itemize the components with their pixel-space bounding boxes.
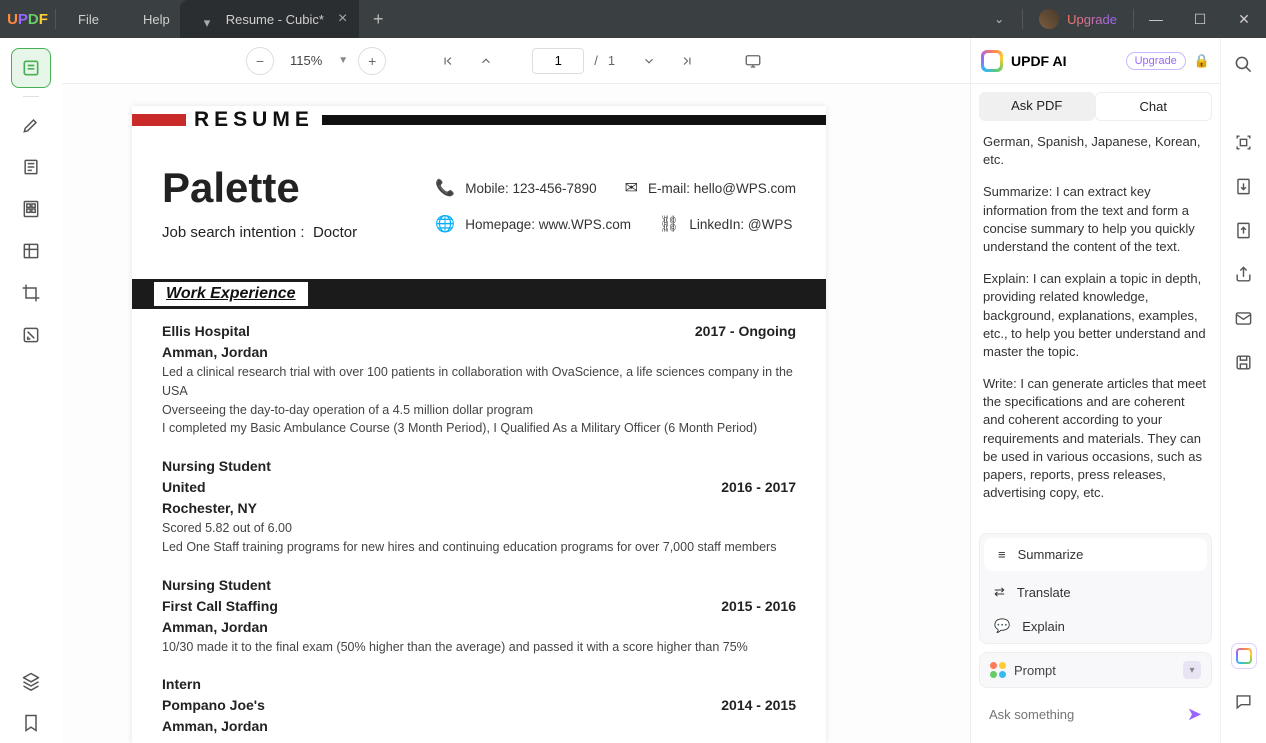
- contact-linkedin: ⛓LinkedIn: @WPS: [659, 214, 792, 234]
- layers-icon[interactable]: [11, 661, 51, 701]
- page-total: 1: [608, 53, 625, 68]
- resume-intent: Job search intention : Doctor: [162, 224, 435, 241]
- left-sidebar: [0, 38, 62, 743]
- tab-chevron-icon: ▾: [204, 15, 212, 23]
- linkedin-icon: ⛓: [659, 214, 679, 234]
- prev-page-button[interactable]: [472, 47, 500, 75]
- ask-input-bar: ➤: [979, 696, 1212, 733]
- bookmark-icon[interactable]: [11, 703, 51, 743]
- crop-tool-icon[interactable]: [11, 273, 51, 313]
- action-translate[interactable]: ⇄Translate: [980, 575, 1211, 609]
- form-tool-icon[interactable]: [11, 231, 51, 271]
- zoom-out-button[interactable]: −: [246, 47, 274, 75]
- presentation-icon[interactable]: [739, 47, 767, 75]
- resume-name: Palette: [162, 164, 435, 212]
- ai-panel-title: UPDF AI: [1011, 53, 1118, 69]
- phone-icon: 📞: [435, 178, 455, 198]
- tab-overflow-button[interactable]: ⌄: [976, 12, 1022, 26]
- ocr-icon[interactable]: [1232, 130, 1256, 154]
- reader-tool-icon[interactable]: [11, 48, 51, 88]
- zoom-in-button[interactable]: +: [358, 47, 386, 75]
- page-number-input[interactable]: [532, 48, 584, 74]
- header-black-bar: [322, 115, 826, 125]
- lock-icon: 🔒: [1194, 53, 1210, 69]
- right-sidebar: [1220, 38, 1266, 743]
- prompt-selector[interactable]: Prompt ▾: [979, 652, 1212, 688]
- ask-input[interactable]: [989, 707, 1179, 722]
- globe-icon: 🌐: [435, 214, 455, 234]
- header-red-bar: [132, 114, 186, 126]
- ai-quick-actions: ≡Summarize ⇄Translate 💬Explain: [979, 533, 1212, 644]
- experience-entry: Nursing Student First Call Staffing2015 …: [132, 563, 826, 663]
- view-toolbar: − 115% ▼ + / 1: [62, 38, 970, 84]
- zoom-dropdown-icon[interactable]: ▼: [338, 55, 348, 66]
- page-separator: /: [594, 53, 598, 68]
- maximize-button[interactable]: ☐: [1178, 0, 1222, 38]
- action-summarize[interactable]: ≡Summarize: [984, 538, 1207, 571]
- pdf-page: RESUME Palette Job search intention : Do…: [132, 106, 826, 743]
- experience-entry: Nursing Student United2016 - 2017 Roches…: [132, 444, 826, 563]
- close-window-button[interactable]: ✕: [1222, 0, 1266, 38]
- experience-entry: Intern Pompano Joe's2014 - 2015 Amman, J…: [132, 662, 826, 743]
- mail-icon: ✉: [625, 178, 638, 198]
- app-logo: UPDF: [0, 11, 55, 28]
- tab-close-button[interactable]: ×: [338, 10, 347, 28]
- ai-chat-content: German, Spanish, Japanese, Korean, etc. …: [971, 129, 1220, 533]
- document-tab[interactable]: ▾ Resume - Cubic* ×: [192, 0, 360, 38]
- contact-email: ✉E-mail: hello@WPS.com: [625, 178, 796, 198]
- tab-title: Resume - Cubic*: [226, 12, 324, 27]
- upgrade-button[interactable]: Upgrade: [1023, 9, 1133, 29]
- tab-chat[interactable]: Chat: [1095, 92, 1213, 121]
- zoom-value: 115%: [284, 53, 328, 68]
- ai-toggle-button[interactable]: [1231, 643, 1257, 669]
- section-work-experience: Work Experience: [132, 279, 826, 309]
- ai-panel: UPDF AI Upgrade 🔒 Ask PDF Chat German, S…: [970, 38, 1220, 743]
- action-explain[interactable]: 💬Explain: [980, 609, 1211, 643]
- ai-upgrade-button[interactable]: Upgrade: [1126, 52, 1186, 70]
- chevron-down-icon: ▾: [1183, 661, 1201, 679]
- minimize-button[interactable]: —: [1134, 0, 1178, 38]
- first-page-button[interactable]: [434, 47, 462, 75]
- translate-icon: ⇄: [994, 584, 1005, 600]
- highlight-tool-icon[interactable]: [11, 105, 51, 145]
- contact-mobile: 📞Mobile: 123-456-7890: [435, 178, 596, 198]
- export-icon[interactable]: [1232, 218, 1256, 242]
- comment-icon[interactable]: [1232, 689, 1256, 713]
- document-viewport[interactable]: RESUME Palette Job search intention : Do…: [62, 84, 970, 743]
- page-tool-icon[interactable]: [11, 189, 51, 229]
- last-page-button[interactable]: [673, 47, 701, 75]
- send-button[interactable]: ➤: [1187, 704, 1202, 725]
- title-bar: UPDF File Help ▾ Resume - Cubic* × + ⌄ U…: [0, 0, 1266, 38]
- convert-icon[interactable]: [1232, 174, 1256, 198]
- menu-file[interactable]: File: [56, 12, 121, 27]
- new-tab-button[interactable]: +: [359, 9, 397, 30]
- share-icon[interactable]: [1232, 262, 1256, 286]
- edit-tool-icon[interactable]: [11, 147, 51, 187]
- email-icon[interactable]: [1232, 306, 1256, 330]
- updf-ai-logo-icon: [981, 50, 1003, 72]
- tab-ask-pdf[interactable]: Ask PDF: [979, 92, 1095, 121]
- redact-tool-icon[interactable]: [11, 315, 51, 355]
- next-page-button[interactable]: [635, 47, 663, 75]
- list-icon: ≡: [998, 547, 1006, 562]
- contact-homepage: 🌐Homepage: www.WPS.com: [435, 214, 631, 234]
- experience-entry: Ellis Hospital2017 - Ongoing Amman, Jord…: [132, 309, 826, 444]
- avatar-icon: [1039, 9, 1059, 29]
- prompt-icon: [990, 662, 1006, 678]
- save-icon[interactable]: [1232, 350, 1256, 374]
- chat-icon: 💬: [994, 618, 1010, 634]
- resume-heading: RESUME: [186, 108, 322, 132]
- search-icon[interactable]: [1232, 52, 1256, 76]
- upgrade-label: Upgrade: [1067, 12, 1117, 27]
